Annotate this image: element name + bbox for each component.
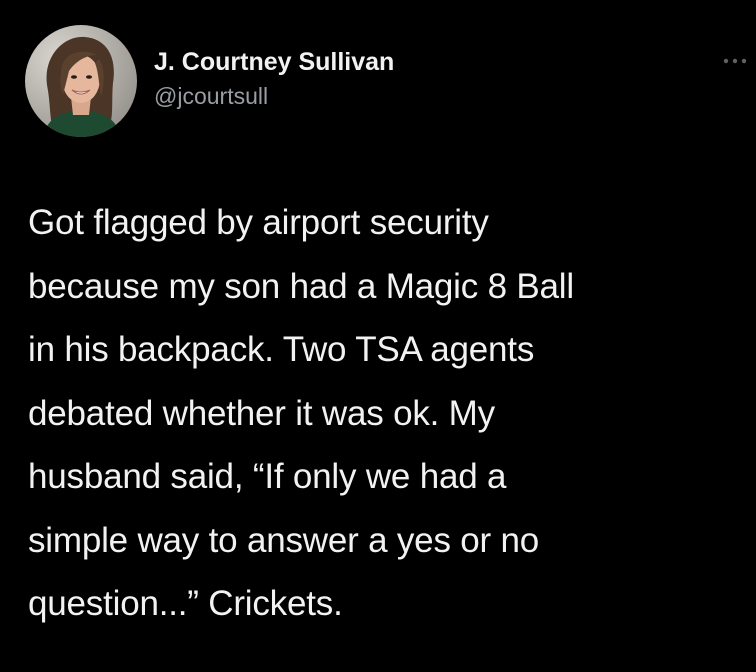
author-handle[interactable]: @jcourtsull [154, 82, 268, 110]
author-display-name[interactable]: J. Courtney Sullivan [154, 47, 394, 77]
more-dots-icon[interactable] [722, 54, 748, 66]
tweet-card: J. Courtney Sullivan @jcourtsull Got fla… [0, 0, 756, 672]
avatar[interactable] [25, 25, 137, 137]
profile-photo-icon [25, 25, 137, 137]
tweet-text: Got flagged by airport security because … [28, 203, 574, 623]
